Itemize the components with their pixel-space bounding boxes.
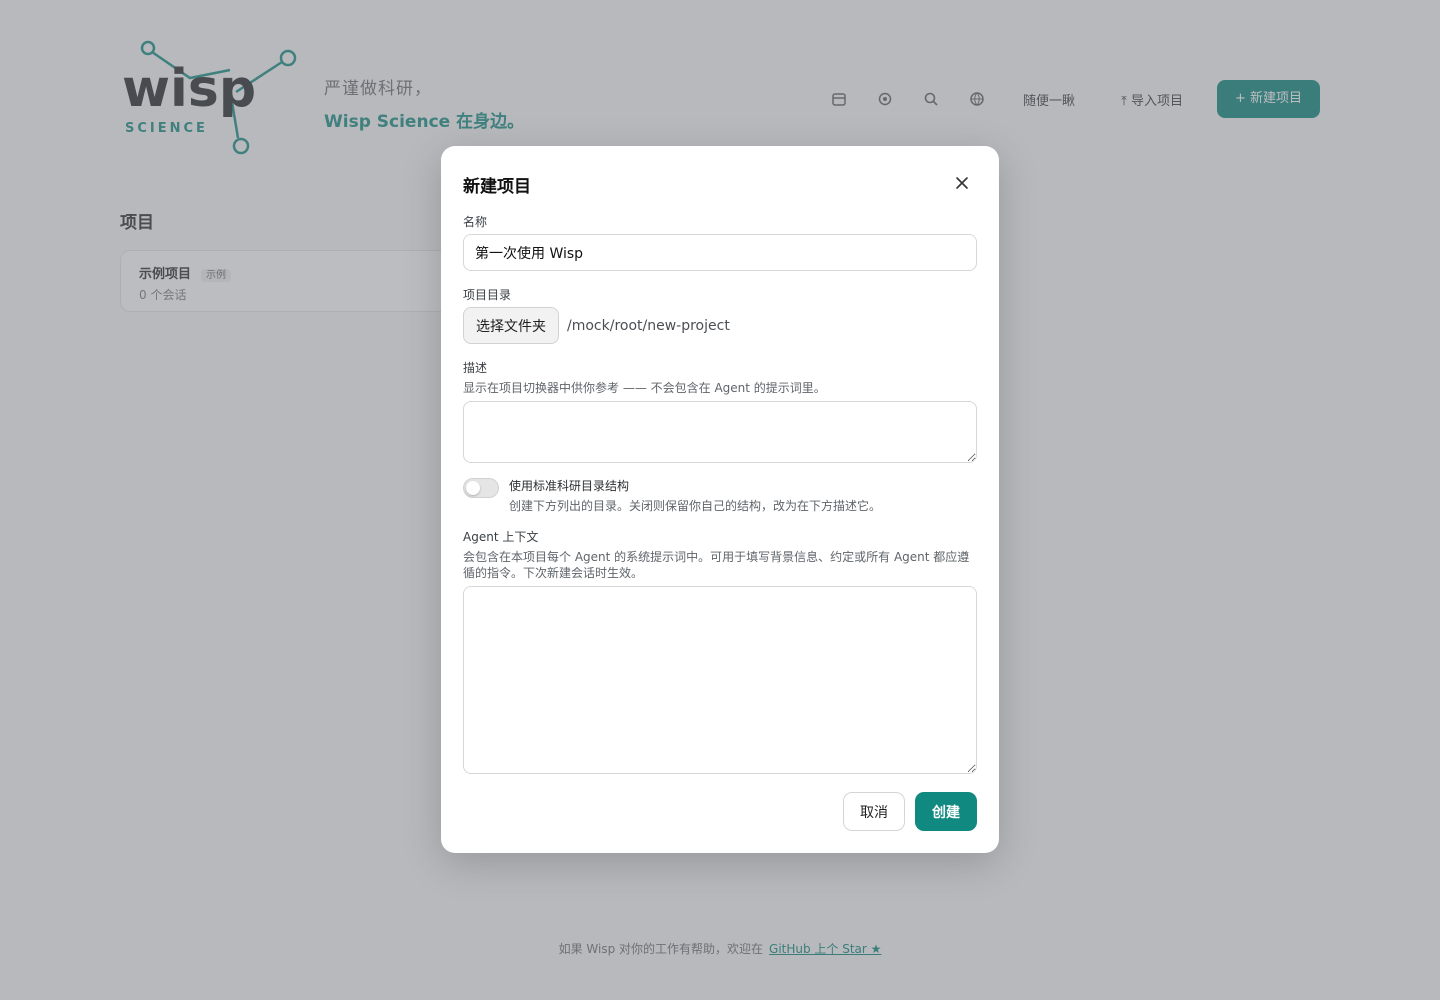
close-button[interactable] bbox=[949, 170, 975, 196]
toggle-label: 使用标准科研目录结构 bbox=[509, 479, 630, 493]
close-icon bbox=[956, 177, 968, 189]
agent-context-label: Agent 上下文 bbox=[463, 530, 539, 544]
toggle-hint: 创建下方列出的目录。关闭则保留你自己的结构，改为在下方描述它。 bbox=[509, 499, 882, 513]
description-label: 描述 bbox=[463, 361, 488, 375]
dialog-title: 新建项目 bbox=[463, 177, 531, 197]
description-textarea[interactable] bbox=[463, 401, 977, 463]
directory-label: 项目目录 bbox=[463, 288, 512, 302]
name-input[interactable] bbox=[463, 234, 977, 271]
agent-context-textarea[interactable] bbox=[463, 586, 977, 774]
standard-structure-toggle[interactable] bbox=[463, 478, 499, 498]
description-hint: 显示在项目切换器中供你参考 —— 不会包含在 Agent 的提示词里。 bbox=[463, 381, 826, 395]
create-button[interactable]: 创建 bbox=[915, 792, 977, 831]
choose-folder-button[interactable]: 选择文件夹 bbox=[463, 307, 559, 344]
agent-context-hint: 会包含在本项目每个 Agent 的系统提示词中。可用于填写背景信息、约定或所有 … bbox=[463, 550, 970, 580]
new-project-dialog: 新建项目 名称 项目目录 选择文件夹 /mock/root/new-projec… bbox=[441, 146, 999, 853]
cancel-button[interactable]: 取消 bbox=[843, 792, 905, 831]
directory-path: /mock/root/new-project bbox=[567, 318, 730, 334]
toggle-knob bbox=[466, 481, 480, 495]
name-label: 名称 bbox=[463, 215, 488, 229]
